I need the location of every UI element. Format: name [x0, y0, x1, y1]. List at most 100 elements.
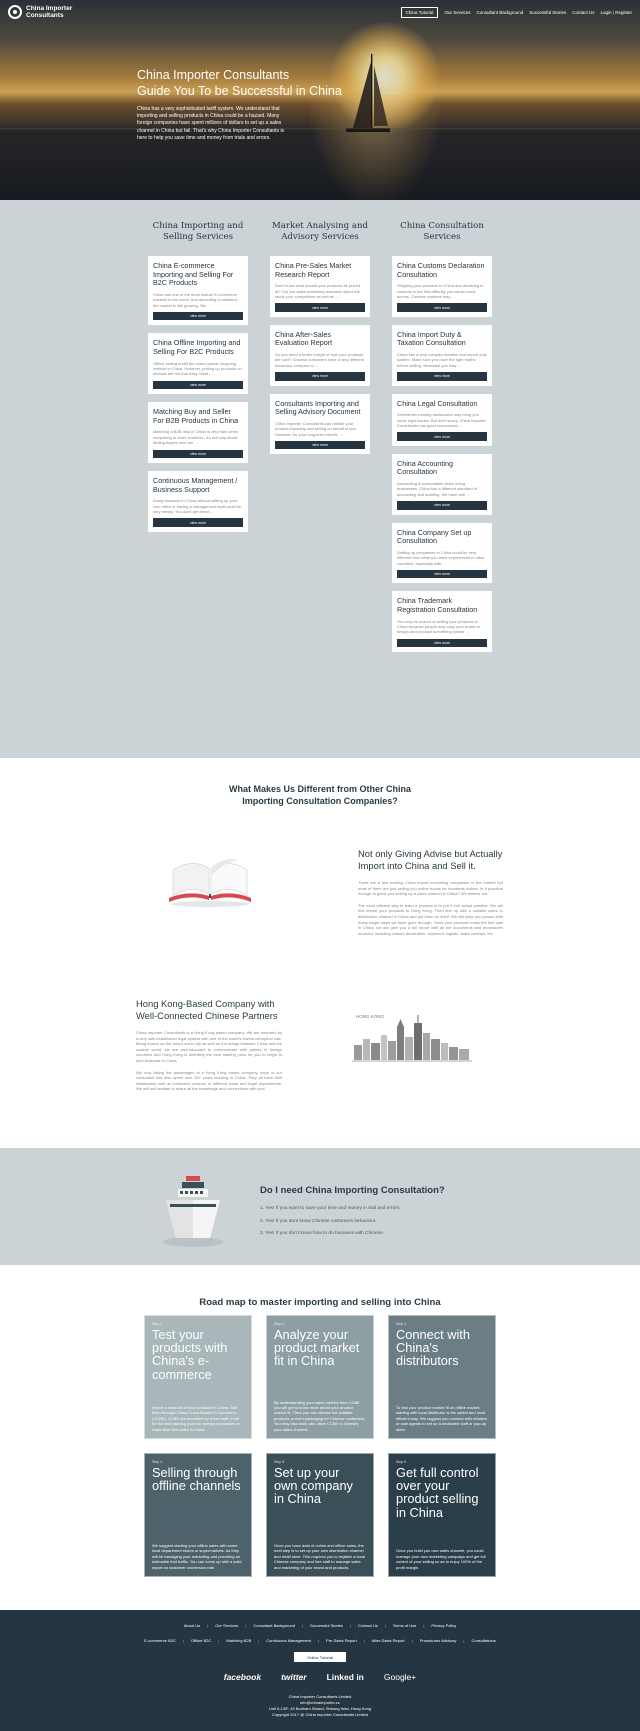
- roadmap-step-6: Step 6 Get full control over your produc…: [388, 1453, 496, 1577]
- footer-link[interactable]: E-commerce B2C: [144, 1638, 176, 1643]
- service-card: China After-Sales Evaluation Report Do y…: [270, 324, 370, 386]
- footer-nav-services: E-commerce B2C | Offline B2C | Matching B2…: [144, 1638, 496, 1643]
- nav-separator: |: [612, 9, 614, 15]
- card-title[interactable]: China Accounting Consultation: [397, 459, 487, 477]
- login-link[interactable]: Login: [601, 10, 612, 15]
- card-text: Do you need a better insight of how your…: [275, 351, 365, 368]
- view-more-button[interactable]: view more: [397, 372, 487, 381]
- cargo-ship-illustration: [163, 1176, 223, 1247]
- view-more-button[interactable]: view more: [275, 440, 365, 450]
- different-title: What Makes Us Different from Other China…: [228, 784, 412, 806]
- twitter-icon[interactable]: twitter: [281, 1672, 307, 1682]
- card-title[interactable]: China After-Sales Evaluation Report: [275, 330, 365, 348]
- step-label: Step 5: [274, 1460, 285, 1464]
- nav-successful-stories[interactable]: Successful Stories: [529, 10, 566, 15]
- footer-link[interactable]: Procedures Advisory: [420, 1638, 457, 1643]
- footer-link[interactable]: Offline B2C: [191, 1638, 211, 1643]
- footer-link[interactable]: Pre-Sales Report: [326, 1638, 357, 1643]
- view-more-button[interactable]: view more: [397, 303, 487, 312]
- service-card: Continuous Management / Business Support…: [148, 470, 248, 532]
- google-plus-icon[interactable]: Google+: [384, 1672, 416, 1682]
- need-list: 1. Yes! If you want to save your time an…: [260, 1203, 401, 1241]
- card-title[interactable]: Matching Buy and Seller For B2B Products…: [153, 407, 243, 425]
- step-title: Test your products with China's e-commer…: [152, 1327, 228, 1382]
- online-tutorial-button[interactable]: Online Tutorial: [294, 1652, 346, 1662]
- step-text: Once you build you own sales channel, yo…: [396, 1548, 486, 1570]
- step-title: Selling through offline channels: [152, 1465, 241, 1494]
- view-more-button[interactable]: view more: [153, 380, 243, 390]
- service-card: China Offline Importing and Selling For …: [148, 333, 248, 395]
- block-paragraph: Not only taking the advantages of a Hong…: [136, 1069, 282, 1092]
- view-more-button[interactable]: view more: [397, 638, 487, 648]
- service-card: China Trademark Registration Consultatio…: [392, 591, 492, 653]
- footer-link[interactable]: Our Services: [215, 1623, 238, 1628]
- hero-description: China has a very sophisticated tariff sy…: [137, 106, 285, 141]
- card-title[interactable]: China Customs Declaration Consultation: [397, 261, 487, 279]
- services-column-market: Market Analysing and Advisory Services C…: [270, 216, 370, 660]
- card-title[interactable]: China Legal Consultation: [397, 399, 487, 409]
- roadmap-section: Road map to master importing and selling…: [0, 1265, 640, 1610]
- card-text: China has a very complex taxation and im…: [397, 351, 487, 368]
- card-title[interactable]: China Trademark Registration Consultatio…: [397, 596, 487, 614]
- register-link[interactable]: Register: [615, 10, 632, 15]
- card-title[interactable]: China Import Duty & Taxation Consultatio…: [397, 330, 487, 348]
- step-title: Analyze your product market fit in China: [274, 1327, 360, 1369]
- footer-link[interactable]: After-Sales Report: [372, 1638, 405, 1643]
- view-more-button[interactable]: view more: [397, 432, 487, 441]
- footer-link[interactable]: Consultations: [471, 1638, 495, 1643]
- copyright: Copyright 2017 @ China Importer Consulta…: [271, 1712, 369, 1717]
- card-title[interactable]: China Offline Importing and Selling For …: [153, 339, 243, 356]
- view-more-button[interactable]: view more: [153, 518, 243, 527]
- hong-kong-skyline-illustration: HONG KONG: [352, 1014, 472, 1062]
- card-title[interactable]: China Company Set up Consultation: [397, 528, 487, 546]
- footer-link[interactable]: Privacy Policy: [431, 1623, 456, 1628]
- card-title[interactable]: China Pre-Sales Market Research Report: [275, 261, 365, 279]
- block-paragraph: China Importer Consultants is a Hong Kon…: [136, 1030, 282, 1063]
- different-section: What Makes Us Different from Other China…: [0, 758, 640, 1148]
- footer-link[interactable]: Successful Stories: [310, 1623, 343, 1628]
- nav-consultant-background[interactable]: Consultant Background: [476, 10, 523, 15]
- facebook-icon[interactable]: facebook: [224, 1672, 261, 1682]
- footer-link[interactable]: Contact Us: [358, 1623, 378, 1628]
- block-title: Not only Giving Advise but Actually Impo…: [358, 848, 503, 871]
- card-title[interactable]: Consultants Importing and Selling Adviso…: [275, 399, 365, 417]
- need-consultation-section: Do I need China Importing Consultation? …: [0, 1148, 640, 1265]
- column-title: Market Analysing and Advisory Services: [271, 221, 369, 242]
- footer-link[interactable]: About Us: [184, 1623, 200, 1628]
- card-title[interactable]: Continuous Management / Business Support: [153, 476, 243, 494]
- footer-link[interactable]: Consultant Background: [253, 1623, 295, 1628]
- step-title: Connect with China's distributors: [396, 1327, 470, 1369]
- company-info: China Importer Consultants Limited info@…: [0, 1694, 640, 1718]
- roadmap-title: Road map to master importing and selling…: [199, 1297, 441, 1308]
- column-title: China Importing and Selling Services: [152, 221, 244, 242]
- city-label: HONG KONG: [356, 1014, 385, 1019]
- hero-title-line1: China Importer Consultants: [137, 68, 290, 82]
- view-more-button[interactable]: view more: [153, 312, 243, 321]
- view-more-button[interactable]: view more: [397, 569, 487, 579]
- linkedin-icon[interactable]: Linked in: [327, 1672, 364, 1682]
- step-label: Step 3: [396, 1322, 407, 1326]
- card-text: Doing business in China without setting …: [153, 498, 242, 514]
- service-card: China E-commerce Importing and Selling F…: [148, 256, 248, 326]
- roadmap-step-4: Step 4 Selling through offline channels …: [144, 1453, 252, 1577]
- footer-link[interactable]: Matching B2B: [226, 1638, 251, 1643]
- logo-icon: [8, 5, 22, 19]
- nav-china-tutorial[interactable]: China Tutorial: [400, 6, 439, 18]
- nav-contact-us[interactable]: Contact Us: [572, 10, 594, 15]
- view-more-button[interactable]: view more: [275, 303, 365, 312]
- step-text: Once you have data of online and offline…: [274, 1542, 365, 1570]
- services-column-importing: China Importing and Selling Services Chi…: [148, 216, 248, 660]
- nav-our-services[interactable]: Our Services: [444, 10, 470, 15]
- logo-text: China Importer Consultants: [26, 5, 73, 19]
- card-text: Setting up companies in China could be v…: [397, 549, 485, 566]
- column-title: China Consultation Services: [400, 221, 484, 242]
- site-logo[interactable]: China Importer Consultants: [8, 5, 90, 19]
- service-card: Matching Buy and Seller For B2B Products…: [148, 402, 248, 463]
- service-card: China Pre-Sales Market Research Report D…: [270, 256, 370, 317]
- footer-link[interactable]: Terms of Use: [393, 1623, 417, 1628]
- card-title[interactable]: China E-commerce Importing and Selling F…: [153, 261, 243, 288]
- view-more-button[interactable]: view more: [397, 501, 487, 510]
- view-more-button[interactable]: view more: [153, 449, 243, 458]
- view-more-button[interactable]: view more: [275, 372, 365, 381]
- footer-link[interactable]: Continuous Management: [266, 1638, 311, 1643]
